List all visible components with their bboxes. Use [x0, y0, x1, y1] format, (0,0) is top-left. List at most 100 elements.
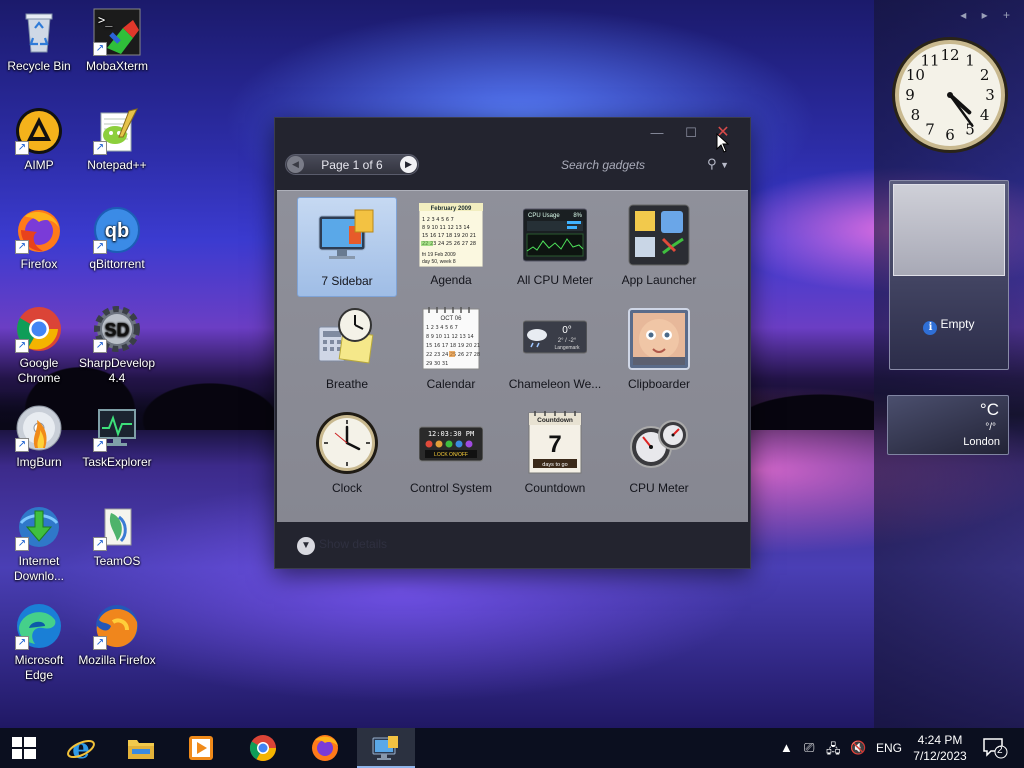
desktop-icon-sharpdevelop[interactable]: SD ↗ SharpDevelop 4.4	[78, 305, 156, 386]
cpu-graph-icon: CPU Usage 8%	[522, 203, 588, 267]
desktop-icon-notepad-plus-plus[interactable]: ↗ Notepad++	[78, 107, 156, 173]
svg-text:8%: 8%	[573, 213, 582, 219]
gadget-app-launcher[interactable]: App Launcher	[609, 197, 709, 297]
clock-face: 12 1234567891011	[892, 37, 1008, 153]
svg-text:CPU Usage: CPU Usage	[528, 213, 560, 219]
gadget-chameleon-weather[interactable]: 0° 2° / -2° Langemark Chameleon We...	[505, 301, 605, 401]
media-player-icon	[189, 736, 213, 760]
shortcut-arrow-icon: ↗	[15, 537, 29, 551]
gadget-control-system[interactable]: 12:03:30 PM LOCK ON/OFF Control System	[401, 405, 501, 505]
svg-text:February 2009: February 2009	[431, 206, 472, 212]
svg-text:>_: >_	[98, 13, 113, 27]
svg-text:1 2 3 4 5 6 7: 1 2 3 4 5 6 7	[426, 325, 458, 331]
teamos-icon: ↗	[93, 503, 141, 551]
clock-numeral: 1	[965, 51, 975, 69]
clock-time: 4:24 PM	[917, 733, 963, 747]
svg-text:fri 19 Feb 2009: fri 19 Feb 2009	[422, 252, 456, 258]
app-launcher-icon	[627, 203, 691, 267]
weather-cloud-icon: 0° 2° / -2° Langemark	[522, 307, 588, 371]
clock-gadget[interactable]: 12 1 2 3 4 5 6 7 8 9 10 11	[890, 33, 1010, 157]
shortcut-arrow-icon: ↗	[93, 537, 107, 551]
gadget-agenda[interactable]: February 2009 1 2 3 4 5 6 7 8 9 10 11 12…	[401, 197, 501, 297]
qbittorrent-icon: qb ↗	[93, 206, 141, 254]
start-button[interactable]	[0, 728, 48, 768]
control-system-icon: 12:03:30 PM LOCK ON/OFF	[418, 411, 484, 475]
maximize-button[interactable]: ☐	[677, 123, 705, 143]
svg-text:Countdown: Countdown	[537, 417, 573, 424]
minimize-button[interactable]: —	[643, 123, 671, 143]
svg-text:0°: 0°	[562, 325, 572, 336]
desktop-icon-mozilla-firefox[interactable]: ↗ Mozilla Firefox	[78, 602, 156, 668]
shortcut-arrow-icon: ↗	[15, 240, 29, 254]
meet-now-icon[interactable]: ⎚	[804, 740, 814, 756]
desktop-icon-qbittorrent[interactable]: qb ↗ qBittorrent	[78, 206, 156, 272]
show-details-label: Show details	[319, 537, 388, 551]
desktop-icon-mobaxterm[interactable]: >_ ↗ MobaXterm	[78, 8, 156, 74]
weather-city: London	[963, 436, 1000, 448]
slideshow-gadget[interactable]: i Empty	[889, 180, 1009, 370]
gadget-label: 7 Sidebar	[321, 274, 373, 288]
show-details-toggle[interactable]: ▼ Show details	[297, 535, 387, 555]
gadget-label: CPU Meter	[629, 481, 689, 495]
svg-text:Langemark: Langemark	[554, 345, 580, 351]
chevron-down-icon: ▼	[297, 537, 315, 555]
taskbar-internet-explorer[interactable]: e	[52, 728, 110, 768]
windows-logo-icon	[12, 737, 36, 759]
gadget-calendar[interactable]: OCT 06 1 2 3 4 5 6 7 8 9 10 11 12 13 14 …	[401, 301, 501, 401]
system-clock[interactable]: 4:24 PM 7/12/2023	[912, 732, 968, 764]
gadget-clipboarder[interactable]: Clipboarder	[609, 301, 709, 401]
cpu-meter-gauge-icon	[627, 411, 691, 475]
internet-download-manager-icon: ↗	[15, 503, 63, 551]
taskbar: e ▲ ⎚ 🖧 🔇 ENG 4:24 PM 7/12/2023 2	[0, 728, 1024, 768]
clock-date: 7/12/2023	[913, 749, 967, 763]
desktop-icon-firefox[interactable]: ↗ Firefox	[0, 206, 78, 272]
folder-icon	[128, 740, 154, 759]
page-indicator: Page 1 of 6	[321, 158, 383, 172]
desktop-icon-internet-download-manager[interactable]: ↗ Internet Downlo...	[0, 503, 78, 584]
desktop-icon-imgburn[interactable]: ↗ ImgBurn	[0, 404, 78, 470]
taskbar-firefox[interactable]	[296, 728, 354, 768]
svg-text:2° / -2°: 2° / -2°	[558, 338, 577, 344]
taskbar-google-chrome[interactable]	[234, 728, 292, 768]
shortcut-arrow-icon: ↗	[15, 636, 29, 650]
clock-numeral: 9	[905, 86, 915, 104]
chevron-down-icon: ▼	[720, 160, 730, 170]
desktop-icon-microsoft-edge[interactable]: ↗ Microsoft Edge	[0, 602, 78, 683]
gadget-all-cpu-meter[interactable]: CPU Usage 8% All CPU Meter	[505, 197, 605, 297]
input-language-indicator[interactable]: ENG	[876, 741, 902, 755]
recycle-bin-icon	[15, 8, 63, 56]
desktop-icon-aimp[interactable]: ↗ AIMP	[0, 107, 78, 173]
show-hidden-icons-chevron-icon[interactable]: ▲	[780, 740, 793, 755]
shortcut-arrow-icon: ↗	[93, 636, 107, 650]
gadget-7-sidebar[interactable]: 7 Sidebar	[297, 197, 397, 297]
gadget-countdown[interactable]: Countdown 7 days to go Countdown	[505, 405, 605, 505]
desktop-icon-recycle-bin[interactable]: Recycle Bin	[0, 8, 78, 74]
action-center-button[interactable]: 2	[982, 736, 1008, 760]
mouse-cursor-icon	[716, 133, 730, 153]
desktop-icon-teamos[interactable]: ↗ TeamOS	[78, 503, 156, 569]
gadget-clock[interactable]: Clock	[297, 405, 397, 505]
desktop-icon-google-chrome[interactable]: ↗ Google Chrome	[0, 305, 78, 386]
weather-gadget[interactable]: °C °/° London	[887, 395, 1009, 455]
taskbar-media-player[interactable]	[172, 728, 230, 768]
gadget-label: Control System	[409, 481, 493, 495]
taskbar-file-explorer[interactable]	[112, 728, 170, 768]
gadget-label: Calendar	[426, 377, 476, 391]
breathe-icon	[315, 307, 379, 371]
sidebar-nav-controls[interactable]: ◂ ▸ +	[960, 8, 1016, 22]
volume-muted-icon[interactable]: 🔇	[850, 740, 866, 756]
gadget-cpu-meter[interactable]: CPU Meter	[609, 405, 709, 505]
search-gadgets-input[interactable]: Search gadgets	[543, 156, 663, 174]
search-button[interactable]: ⚲ ▼	[707, 155, 743, 173]
clock-numeral: 11	[920, 51, 939, 69]
slideshow-empty-status: i Empty	[890, 317, 1008, 335]
calendar-icon: OCT 06 1 2 3 4 5 6 7 8 9 10 11 12 13 14 …	[419, 307, 483, 371]
shortcut-arrow-icon: ↗	[93, 339, 107, 353]
next-page-button[interactable]: ▶	[400, 156, 417, 173]
desktop-icon-taskexplorer[interactable]: ↗ TaskExplorer	[78, 404, 156, 470]
svg-text:7: 7	[548, 431, 561, 458]
network-icon[interactable]: 🖧	[826, 740, 841, 762]
gadget-breathe[interactable]: Breathe	[297, 301, 397, 401]
slideshow-empty-label: Empty	[940, 317, 975, 331]
taskbar-gadgets[interactable]	[357, 728, 415, 768]
